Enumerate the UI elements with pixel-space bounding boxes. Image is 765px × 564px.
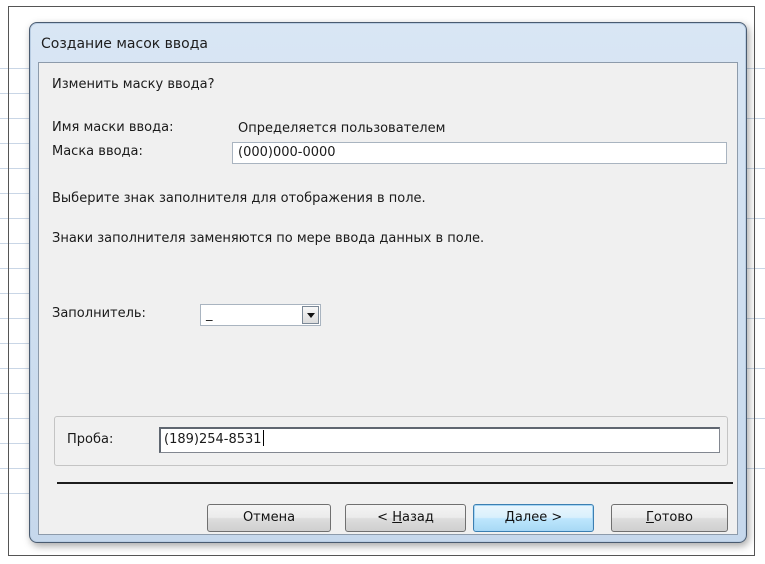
info-text-1: Выберите знак заполнителя для отображени… xyxy=(52,191,426,206)
test-input[interactable]: (189)254-8531 xyxy=(159,427,720,453)
back-button-prefix: < xyxy=(377,510,393,525)
test-label: Проба: xyxy=(67,432,114,447)
info-text-2: Знаки заполнителя заменяются по мере вво… xyxy=(52,231,485,246)
separator-line xyxy=(57,482,733,484)
back-button-hotkey: Н xyxy=(392,510,402,525)
next-button-rest: алее > xyxy=(514,510,563,525)
input-mask-wizard-dialog: Создание масок ввода Изменить маску ввод… xyxy=(29,22,747,543)
next-button[interactable]: Далее > xyxy=(473,504,594,532)
dialog-client-area: Изменить маску ввода? Имя маски ввода: О… xyxy=(38,62,738,535)
window-title: Создание масок ввода xyxy=(41,36,208,52)
placeholder-select-value: _ xyxy=(206,307,213,322)
test-input-value: (189)254-8531 xyxy=(164,432,262,447)
back-button[interactable]: < Назад xyxy=(345,504,466,532)
input-mask-field[interactable]: (000)000-0000 xyxy=(232,142,727,164)
finish-button-hotkey: Г xyxy=(645,510,654,525)
chevron-down-icon[interactable] xyxy=(302,306,319,324)
mask-name-value: Определяется пользователем xyxy=(238,121,446,136)
title-bar[interactable]: Создание масок ввода xyxy=(30,23,746,61)
cancel-button-label: Отмена xyxy=(242,510,296,525)
finish-button-rest: отово xyxy=(653,510,694,525)
cancel-button[interactable]: Отмена xyxy=(207,504,331,532)
next-button-hotkey: Д xyxy=(504,510,515,525)
placeholder-label: Заполнитель: xyxy=(52,306,146,321)
placeholder-select[interactable]: _ xyxy=(200,304,321,326)
text-caret xyxy=(262,430,264,446)
back-button-rest: азад xyxy=(401,510,434,525)
finish-button[interactable]: Готово xyxy=(611,504,728,532)
wizard-prompt: Изменить маску ввода? xyxy=(52,77,215,92)
mask-name-label: Имя маски ввода: xyxy=(52,120,174,135)
input-mask-label: Маска ввода: xyxy=(52,144,143,159)
